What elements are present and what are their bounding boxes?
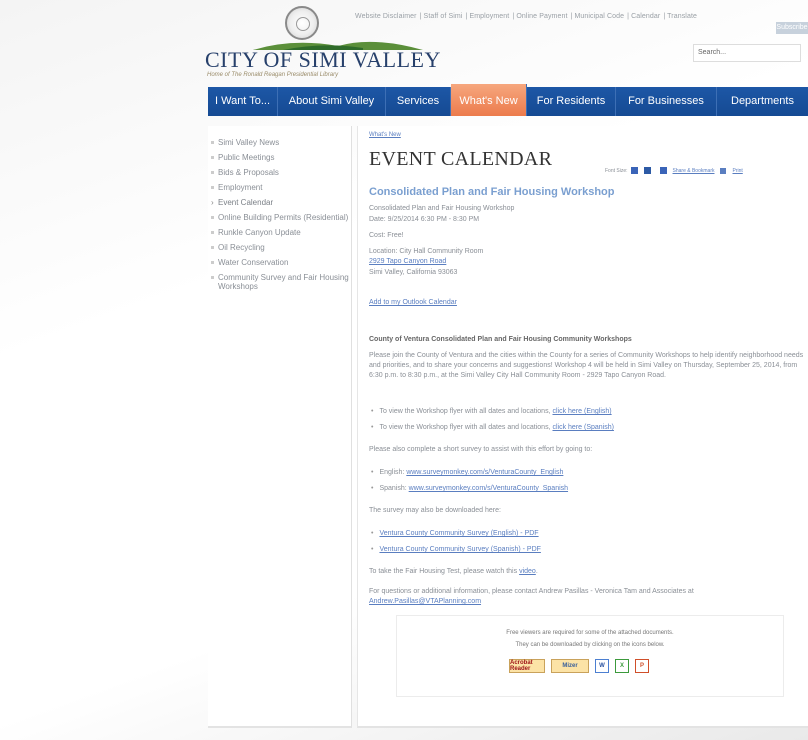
viewers-line2: They can be downloaded by clicking on th… bbox=[515, 642, 665, 648]
sidebar-item-employment[interactable]: Employment bbox=[208, 183, 351, 192]
font-increase-icon[interactable] bbox=[630, 167, 638, 174]
utility-link[interactable]: Calendar bbox=[631, 13, 660, 20]
video-link[interactable]: video bbox=[519, 568, 536, 575]
acrobat-reader-icon[interactable]: Acrobat Reader bbox=[509, 659, 545, 673]
utility-link[interactable]: Municipal Code bbox=[574, 13, 624, 20]
print-icon[interactable] bbox=[720, 167, 727, 174]
mizer-icon[interactable]: Mizer bbox=[551, 659, 589, 673]
sidebar-item-water-conservation[interactable]: Water Conservation bbox=[208, 258, 351, 267]
font-decrease-icon[interactable] bbox=[643, 167, 651, 174]
utility-link[interactable]: Online Payment bbox=[516, 13, 567, 20]
sidebar: Simi Valley News Public Meetings Bids & … bbox=[208, 126, 352, 728]
utility-link[interactable]: Translate bbox=[667, 13, 697, 20]
sidebar-item-public-meetings[interactable]: Public Meetings bbox=[208, 153, 351, 162]
utility-links: Website Disclaimer | Staff of Simi | Emplo… bbox=[355, 13, 697, 20]
survey-english-link[interactable]: www.surveymonkey.com/s/VenturaCounty_Eng… bbox=[406, 469, 563, 476]
word-viewer-icon[interactable]: W bbox=[595, 659, 609, 673]
nav-for-businesses[interactable]: For Businesses bbox=[616, 87, 717, 116]
survey-spanish-link[interactable]: www.surveymonkey.com/s/VenturaCounty_Spa… bbox=[409, 485, 568, 492]
main-nav: I Want To... About Simi Valley Services … bbox=[208, 84, 808, 116]
event-city: Simi Valley, California 93063 bbox=[369, 269, 458, 276]
utility-link[interactable]: Website Disclaimer bbox=[355, 13, 417, 20]
site-logo[interactable]: CITY OF SIMI VALLEY bbox=[205, 47, 441, 73]
nav-departments[interactable]: Departments bbox=[717, 87, 808, 116]
sidebar-item-runkle-canyon[interactable]: Runkle Canyon Update bbox=[208, 228, 351, 237]
flyer-spanish-link[interactable]: click here (Spanish) bbox=[552, 424, 613, 431]
pdf-spanish-link[interactable]: Ventura County Community Survey (Spanish… bbox=[379, 546, 540, 553]
sidebar-item-oil-recycling[interactable]: Oil Recycling bbox=[208, 243, 351, 252]
pdf-spanish-item: Ventura County Community Survey (Spanish… bbox=[371, 546, 540, 553]
utility-link[interactable]: Staff of Simi bbox=[424, 13, 463, 20]
event-subtitle: Consolidated Plan and Fair Housing Works… bbox=[369, 205, 515, 212]
page-tools: Font Size: Share & Bookmark Print bbox=[605, 167, 743, 174]
breadcrumb[interactable]: What's New bbox=[369, 132, 401, 138]
flyer-english-link[interactable]: click here (English) bbox=[552, 408, 611, 415]
event-location: Location: City Hall Community Room bbox=[369, 248, 484, 255]
share-icon[interactable] bbox=[659, 167, 667, 174]
nav-i-want-to[interactable]: I Want To... bbox=[208, 87, 278, 116]
event-title: Consolidated Plan and Fair Housing Works… bbox=[369, 186, 615, 198]
survey-spanish-item: Spanish: www.surveymonkey.com/s/VenturaC… bbox=[371, 485, 568, 492]
sidebar-item-event-calendar[interactable]: Event Calendar bbox=[208, 198, 351, 207]
viewers-line1: Free viewers are required for some of th… bbox=[506, 630, 674, 636]
page: Website Disclaimer | Staff of Simi | Emplo… bbox=[195, 0, 808, 740]
download-intro: The survey may also be downloaded here: bbox=[369, 507, 501, 514]
spanish-label: Spanish: bbox=[379, 485, 407, 492]
acrobat-label: Acrobat Reader bbox=[510, 660, 533, 672]
city-seal-icon bbox=[285, 6, 319, 40]
sidebar-item-online-building-permits[interactable]: Online Building Permits (Residential) bbox=[208, 213, 351, 222]
contact-text: For questions or additional information,… bbox=[369, 588, 694, 595]
mizer-label: Mizer bbox=[562, 663, 578, 669]
page-title: EVENT CALENDAR bbox=[369, 148, 553, 170]
logo-tagline: Home of The Ronald Reagan Presidential L… bbox=[207, 72, 339, 78]
flyer-english-item: To view the Workshop flyer with all date… bbox=[371, 408, 611, 415]
excel-viewer-icon[interactable]: X bbox=[615, 659, 629, 673]
flyer-text: To view the Workshop flyer with all date… bbox=[379, 408, 551, 415]
english-label: English: bbox=[379, 469, 405, 476]
survey-english-item: English: www.surveymonkey.com/s/VenturaC… bbox=[371, 469, 563, 476]
contact-email-link[interactable]: Andrew.Pasillas@VTAPlanning.com bbox=[369, 598, 481, 605]
viewer-icons: Acrobat Reader Mizer W X P bbox=[509, 659, 655, 673]
event-cost: Cost: Free! bbox=[369, 232, 404, 239]
sidebar-item-simi-valley-news[interactable]: Simi Valley News bbox=[208, 138, 351, 147]
share-bookmark-link[interactable]: Share & Bookmark bbox=[673, 168, 715, 174]
event-address-link[interactable]: 2929 Tapo Canyon Road bbox=[369, 258, 446, 265]
event-date: Date: 9/25/2014 6:30 PM - 8:30 PM bbox=[369, 216, 480, 223]
outlook-calendar-link[interactable]: Add to my Outlook Calendar bbox=[369, 299, 457, 306]
utility-link[interactable]: Employment bbox=[469, 13, 509, 20]
search-input[interactable]: Search... bbox=[693, 44, 801, 62]
survey-intro: Please also complete a short survey to a… bbox=[369, 446, 593, 453]
font-size-label: Font Size: bbox=[605, 167, 628, 174]
body-intro: Please join the County of Ventura and th… bbox=[369, 352, 804, 379]
body-heading: County of Ventura Consolidated Plan and … bbox=[369, 336, 632, 343]
nav-whats-new[interactable]: What's New bbox=[451, 84, 527, 116]
fair-housing-text: To take the Fair Housing Test, please wa… bbox=[369, 568, 518, 575]
subscribe-button[interactable]: Subscribe bbox=[776, 22, 808, 34]
pdf-english-item: Ventura County Community Survey (English… bbox=[371, 530, 538, 537]
flyer-text: To view the Workshop flyer with all date… bbox=[379, 424, 551, 431]
flyer-spanish-item: To view the Workshop flyer with all date… bbox=[371, 424, 614, 431]
free-viewers-box: Free viewers are required for some of th… bbox=[396, 615, 784, 697]
powerpoint-viewer-icon[interactable]: P bbox=[635, 659, 649, 673]
nav-services[interactable]: Services bbox=[386, 87, 451, 116]
main-content: What's New EVENT CALENDAR Font Size: Sha… bbox=[357, 126, 808, 728]
contact-paragraph: For questions or additional information,… bbox=[369, 587, 808, 607]
sidebar-item-bids-proposals[interactable]: Bids & Proposals bbox=[208, 168, 351, 177]
fair-housing-paragraph: To take the Fair Housing Test, please wa… bbox=[369, 568, 538, 575]
pdf-english-link[interactable]: Ventura County Community Survey (English… bbox=[379, 530, 538, 537]
nav-for-residents[interactable]: For Residents bbox=[527, 87, 616, 116]
nav-about-simi-valley[interactable]: About Simi Valley bbox=[278, 87, 386, 116]
print-link[interactable]: Print bbox=[732, 168, 742, 174]
sidebar-item-community-survey[interactable]: Community Survey and Fair Housing Worksh… bbox=[208, 273, 351, 291]
